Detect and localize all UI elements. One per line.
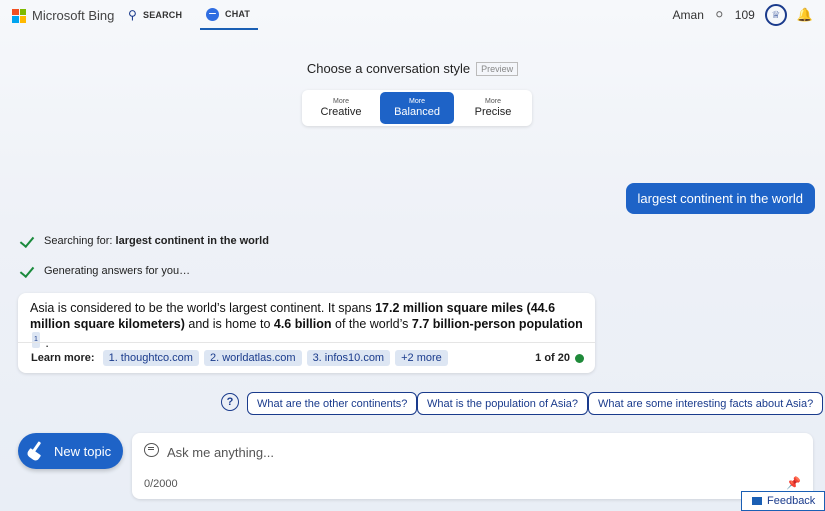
style-precise-button[interactable]: More Precise (456, 92, 530, 124)
help-question-icon[interactable]: ? (221, 393, 239, 411)
preview-badge: Preview (476, 62, 519, 76)
chat-icon (206, 7, 219, 21)
source-link[interactable]: 2. worldatlas.com (203, 350, 302, 366)
learn-more-row: Learn more: 1. thoughtco.com 2. worldatl… (18, 342, 595, 373)
bing-logo[interactable]: Microsoft Bing (12, 8, 114, 23)
suggestion-chip[interactable]: What are some interesting facts about As… (588, 392, 824, 415)
chat-bubble-icon (144, 443, 159, 457)
style-label: Creative (320, 106, 362, 118)
rewards-medal-icon[interactable]: ♕ (764, 4, 787, 26)
status-searching: Searching for: largest continent in the … (20, 235, 269, 247)
chat-input[interactable] (167, 443, 787, 461)
more-sources-link[interactable]: +2 more (395, 350, 448, 366)
style-label: Balanced (394, 106, 440, 118)
style-creative-button[interactable]: More Creative (304, 92, 378, 124)
learn-more-label: Learn more: (31, 352, 95, 364)
status-text: Searching for: largest continent in the … (44, 235, 269, 247)
style-label: Precise (474, 106, 512, 118)
new-topic-button[interactable]: New topic (18, 433, 123, 469)
user-profile-icon[interactable]: ⚪ (714, 7, 725, 23)
feedback-label: Feedback (767, 495, 816, 507)
chat-input-box: 0/2000 📌 (132, 433, 813, 499)
style-balanced-button[interactable]: More Balanced (380, 92, 454, 124)
checkmark-icon (20, 236, 36, 246)
source-link[interactable]: 3. infos10.com (306, 350, 391, 366)
broom-icon (26, 441, 46, 461)
feedback-button[interactable]: Feedback (741, 491, 825, 511)
nav-chat-label: CHAT (225, 9, 251, 19)
nav-chat-tab[interactable]: CHAT (200, 0, 259, 30)
answer-card: Asia is considered to be the world’s lar… (18, 293, 595, 373)
notification-bell-icon[interactable]: 🔔 (797, 7, 813, 23)
user-name[interactable]: Aman (673, 8, 704, 22)
suggestion-chip[interactable]: What are the other continents? (247, 392, 418, 415)
feedback-icon (752, 497, 762, 505)
status-generating: Generating answers for you… (20, 265, 190, 277)
style-more-label: More (333, 98, 349, 105)
new-topic-label: New topic (54, 443, 112, 459)
search-query: largest continent in the world (115, 235, 269, 247)
checkmark-icon (20, 266, 36, 276)
suggestion-chip[interactable]: What is the population of Asia? (417, 392, 589, 415)
search-icon: ⚲ (128, 8, 137, 22)
logo-text: Microsoft Bing (32, 8, 115, 23)
conversation-style-picker: More Creative More Balanced More Precise (302, 90, 532, 126)
nav-search-tab[interactable]: ⚲ SEARCH (128, 0, 182, 30)
microsoft-logo-icon (12, 8, 26, 23)
reward-points[interactable]: 109 (735, 8, 755, 22)
status-text: Generating answers for you… (44, 265, 191, 277)
answer-text: Asia is considered to be the world’s lar… (30, 301, 583, 350)
conversation-style-title: Choose a conversation style Preview (0, 61, 825, 76)
nav-search-label: SEARCH (143, 10, 183, 20)
character-counter: 0/2000 (144, 478, 178, 490)
style-more-label: More (409, 98, 425, 105)
status-dot-icon (575, 353, 584, 363)
top-header: Microsoft Bing ⚲ SEARCH CHAT Aman ⚪ 109 … (0, 0, 825, 32)
source-link[interactable]: 1. thoughtco.com (102, 350, 199, 366)
user-message-bubble: largest continent in the world (625, 183, 815, 214)
style-more-label: More (485, 98, 501, 105)
response-count: 1 of 20 (535, 352, 584, 364)
pin-icon[interactable]: 📌 (786, 476, 801, 490)
